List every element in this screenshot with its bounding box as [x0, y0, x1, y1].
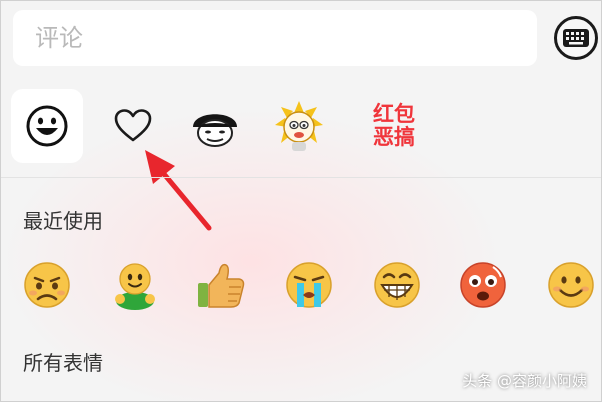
emoji-item[interactable] [109, 259, 161, 311]
watermark: 头条 @容颜小阿姨 [462, 372, 587, 390]
recent-section-title: 最近使用 [23, 209, 103, 233]
annotation-arrow [145, 150, 212, 231]
section-divider [1, 177, 601, 178]
green-figure-icon [115, 263, 155, 310]
keyboard-icon [563, 29, 589, 47]
flushed-face-icon [460, 262, 506, 308]
sad-face-icon [24, 262, 70, 308]
comment-input[interactable] [13, 10, 537, 66]
tab-redpacket-prank[interactable]: 红包恶搞 [358, 89, 430, 163]
smiley-face-icon [26, 105, 68, 147]
all-emojis-section-title: 所有表情 [23, 351, 103, 375]
grinning-face-icon [374, 262, 420, 308]
emoji-item[interactable] [371, 259, 423, 311]
tab-default-emoji[interactable] [11, 89, 83, 163]
emoji-item[interactable] [21, 259, 73, 311]
heart-outline-icon [114, 109, 152, 142]
emoji-item[interactable] [283, 259, 335, 311]
emoji-item[interactable] [457, 259, 509, 311]
emoji-item[interactable] [545, 259, 597, 311]
emoji-panel: 红包恶搞 最近使用 [0, 0, 602, 402]
cartoon-meme-sticker-icon [275, 101, 323, 151]
crying-face-icon [286, 262, 332, 308]
recent-emoji-row [1, 259, 601, 315]
tab-redpacket-label: 红包恶搞 [373, 102, 415, 149]
tab-meme-stickers[interactable] [263, 89, 335, 163]
thumbs-up-icon [198, 263, 245, 308]
emoji-item[interactable] [195, 259, 247, 311]
mushroom-head-sticker-icon [193, 114, 237, 147]
smiling-face-icon [548, 262, 594, 308]
emoji-category-tabs: 红包恶搞 [1, 81, 601, 173]
keyboard-button[interactable] [554, 16, 598, 60]
